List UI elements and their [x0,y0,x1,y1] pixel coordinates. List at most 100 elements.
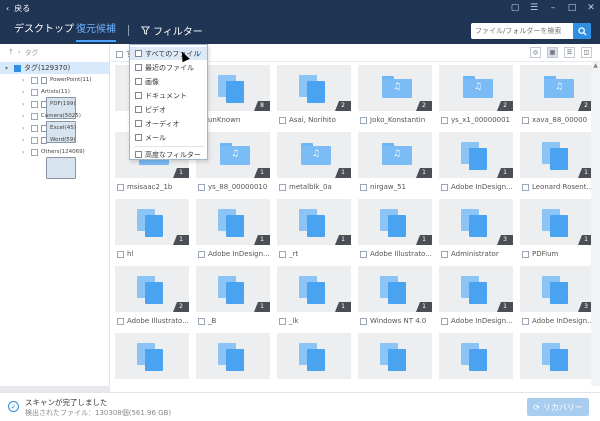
tree-item-powerpoint[interactable]: › PowerPoint(11) [22,74,92,86]
expand-arrow-icon[interactable]: › [22,89,28,96]
file-checkbox[interactable] [198,183,205,191]
preview-icon[interactable]: ◎ [530,47,541,58]
file-checkbox[interactable] [360,250,367,258]
tree-item-word[interactable]: › Word(59) [22,134,75,146]
grid-vertical-scrollbar[interactable]: ▲ [591,62,600,386]
file-checkbox[interactable] [441,183,448,191]
tree-checkbox[interactable] [31,88,38,96]
up-arrow-icon[interactable]: ↑ [8,48,14,58]
expand-arrow-icon[interactable]: › [22,101,28,108]
tree-checkbox[interactable] [31,112,38,120]
file-checkbox[interactable] [441,116,448,124]
file-thumbnail[interactable]: ♫ 2 [439,65,513,111]
file-thumbnail[interactable]: 1 [277,266,351,312]
file-thumbnail[interactable]: ♫1 [358,132,432,178]
minimize-icon[interactable]: – [548,2,558,13]
menu-item-all-files[interactable]: すべてのファイル ✓ [130,47,207,60]
file-thumbnail[interactable]: 2 [115,266,189,312]
search-input[interactable] [475,23,571,39]
search-button[interactable] [573,23,591,39]
menu-item-advanced-filter[interactable]: 高度なフィルター [130,148,207,161]
back-button[interactable]: ‹ 戻る [6,2,30,14]
expand-arrow-icon[interactable]: ▾ [5,65,11,72]
file-checkbox[interactable] [360,116,367,124]
tree-root-tags[interactable]: ▾ タグ(129370) [0,62,109,74]
scroll-up-arrow-icon[interactable]: ▲ [591,62,600,71]
file-checkbox[interactable] [198,317,205,325]
file-thumbnail[interactable]: 1 [115,199,189,245]
menu-item-audio[interactable]: オーディオ [130,117,207,130]
tree-checkbox[interactable] [31,124,38,132]
file-thumbnail[interactable]: 1 [439,132,513,178]
file-thumbnail[interactable]: ♫1 [277,132,351,178]
file-thumbnail[interactable]: ♫ 2 [520,65,591,111]
file-thumbnail[interactable] [520,333,591,379]
file-checkbox[interactable] [279,183,286,191]
grid-view-icon[interactable]: ▦ [547,47,558,58]
select-all-checkbox[interactable] [116,50,123,58]
file-checkbox[interactable] [117,183,124,191]
filter-button[interactable]: フィルター [141,16,203,44]
file-checkbox[interactable] [441,250,448,258]
tree-checkbox[interactable] [31,136,38,144]
expand-arrow-icon[interactable]: › [22,125,28,132]
tree-item-camera[interactable]: › Camera(5025) [22,110,81,143]
file-thumbnail[interactable]: 1 [358,266,432,312]
tab-recovery-candidates[interactable]: 復元候補 [76,16,116,44]
tab-desktop[interactable]: デスクトップ [14,16,74,44]
file-thumbnail[interactable]: 3 [520,266,591,312]
file-thumbnail[interactable]: ♫ 2 [358,65,432,111]
file-thumbnail[interactable] [358,333,432,379]
menu-item-recent-files[interactable]: 最近のファイル [130,61,207,74]
file-checkbox[interactable] [198,250,205,258]
file-checkbox[interactable] [117,250,124,258]
file-checkbox[interactable] [117,317,124,325]
file-thumbnail[interactable] [115,333,189,379]
recover-button[interactable]: ⟳ リカバリー [527,398,589,416]
file-checkbox[interactable] [522,116,529,124]
file-thumbnail[interactable]: 1 [520,132,591,178]
file-thumbnail[interactable] [439,333,513,379]
tree-checkbox[interactable] [31,76,38,84]
menu-item-images[interactable]: 画像 [130,75,207,88]
file-thumbnail[interactable]: 1 [358,199,432,245]
tree-checkbox[interactable] [31,100,38,108]
file-thumbnail[interactable] [277,333,351,379]
expand-arrow-icon[interactable]: › [22,149,28,156]
expand-arrow-icon[interactable]: › [22,137,28,144]
file-checkbox[interactable] [522,317,529,325]
detail-view-icon[interactable]: ◫ [581,47,592,58]
root-checkbox[interactable] [14,64,21,72]
file-thumbnail[interactable]: 1 [196,199,270,245]
file-checkbox[interactable] [522,183,529,191]
file-thumbnail[interactable]: 1 [439,266,513,312]
file-thumbnail[interactable]: 1 [520,199,591,245]
expand-arrow-icon[interactable]: › [22,113,28,120]
tree-checkbox[interactable] [31,148,38,156]
file-thumbnail[interactable]: 3 [439,199,513,245]
menu-item-email[interactable]: メール [130,131,207,144]
menu-icon[interactable]: ☰ [529,2,539,13]
file-checkbox[interactable] [279,317,286,325]
maximize-icon[interactable]: □ [567,2,577,13]
tree-item-pdf[interactable]: › PDF(199) [22,98,76,110]
menu-item-videos[interactable]: ビデオ [130,103,207,116]
tree-item-excel[interactable]: › Excel(45) [22,122,76,134]
menu-item-documents[interactable]: ドキュメント [130,89,207,102]
close-icon[interactable]: ✕ [586,2,596,13]
settings-icon[interactable]: ▢ [510,2,520,13]
tree-item-artists[interactable]: › Artists(11) [22,86,76,119]
file-thumbnail[interactable]: 1 [277,199,351,245]
file-checkbox[interactable] [360,317,367,325]
tree-item-others[interactable]: › Others(124069) [22,146,85,179]
file-checkbox[interactable] [522,250,529,258]
file-checkbox[interactable] [279,116,286,124]
list-view-icon[interactable]: ☰ [564,47,575,58]
file-checkbox[interactable] [441,317,448,325]
file-thumbnail[interactable] [196,333,270,379]
file-checkbox[interactable] [360,183,367,191]
expand-arrow-icon[interactable]: › [22,77,28,84]
file-checkbox[interactable] [279,250,286,258]
file-thumbnail[interactable]: 1 [196,266,270,312]
file-thumbnail[interactable]: 2 [277,65,351,111]
